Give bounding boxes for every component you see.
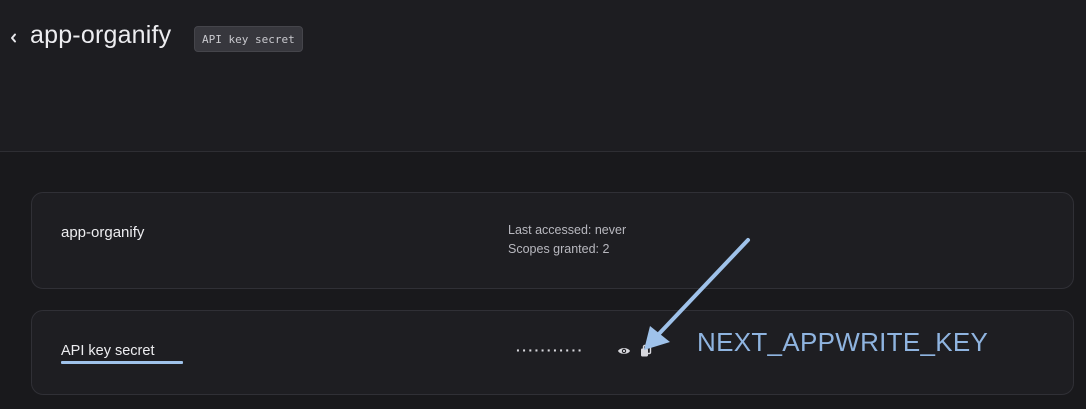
env-var-annotation: NEXT_APPWRITE_KEY [697, 327, 989, 357]
page: app-organify API key secret app-organify… [0, 0, 1086, 409]
